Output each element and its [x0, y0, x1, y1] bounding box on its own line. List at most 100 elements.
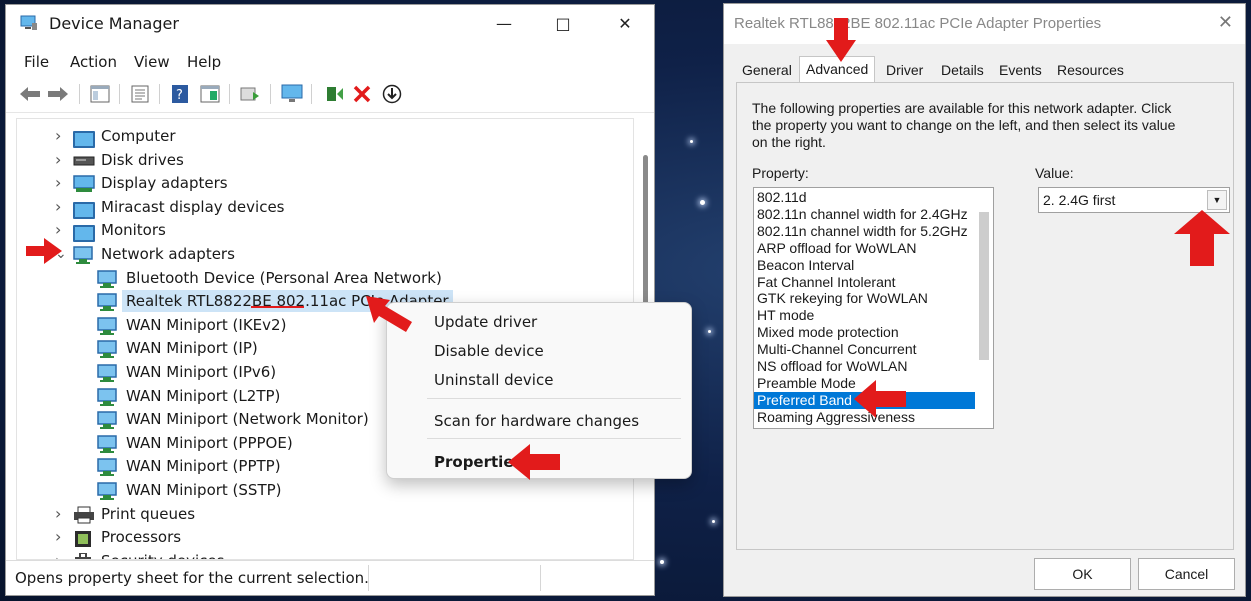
chevron-right-icon[interactable]: › — [55, 172, 61, 194]
chevron-right-icon[interactable]: › — [55, 550, 61, 559]
network-adapter-icon — [97, 482, 117, 500]
highlight-underline — [251, 306, 304, 308]
status-bar: Opens property sheet for the current sel… — [6, 560, 654, 595]
chevron-right-icon[interactable]: › — [55, 125, 61, 147]
properties-sheet-icon[interactable] — [128, 82, 152, 106]
update-driver-menu-item[interactable]: Update driver — [434, 313, 537, 331]
tree-item-label: WAN Miniport (Network Monitor) — [126, 410, 369, 429]
menu-action[interactable]: Action — [70, 53, 117, 71]
network-adapter-icon — [97, 387, 117, 406]
scan-hardware-icon[interactable] — [238, 82, 262, 106]
background-star — [700, 200, 705, 205]
red-arrow-icon — [1174, 210, 1230, 266]
monitor-scan-icon[interactable] — [280, 82, 304, 106]
tab-general[interactable]: General — [742, 62, 792, 78]
disable-device-menu-item[interactable]: Disable device — [434, 342, 544, 360]
network-adapter-icon — [97, 269, 117, 288]
network-adapter-icon — [73, 246, 93, 264]
scan-hardware-menu-item[interactable]: Scan for hardware changes — [434, 412, 639, 430]
back-arrow-icon[interactable] — [18, 82, 42, 106]
show-hide-console-tree-icon[interactable] — [88, 82, 112, 106]
display-adapter-icon — [73, 175, 95, 193]
network-adapter-icon — [97, 317, 117, 335]
chevron-down-icon[interactable]: ▼ — [1207, 190, 1227, 210]
printer-icon — [73, 506, 94, 524]
property-list-item[interactable]: 802.11d — [754, 189, 975, 206]
tab-strip: General Advanced Driver Details Events R… — [724, 56, 1245, 82]
tree-scrollbar[interactable] — [643, 155, 648, 305]
tree-item-label: Processors — [101, 528, 182, 547]
close-button[interactable]: ✕ — [595, 5, 655, 43]
dialog-title-bar: Realtek RTL8822BE 802.11ac PCIe Adapter … — [724, 4, 1245, 44]
uninstall-device-menu-item[interactable]: Uninstall device — [434, 371, 553, 389]
tree-item-label: Monitors — [101, 221, 166, 240]
tree-item-label: Disk drives — [101, 150, 184, 169]
red-arrow-icon — [854, 380, 906, 418]
background-star — [660, 560, 664, 564]
window-title: Device Manager — [49, 14, 179, 33]
monitor-icon — [73, 199, 95, 219]
property-list-item[interactable]: HT mode — [754, 307, 975, 324]
tree-item-label: WAN Miniport (L2TP) — [126, 386, 281, 405]
listbox-scrollbar[interactable] — [979, 212, 989, 360]
network-adapter-icon — [97, 435, 117, 453]
forward-arrow-icon[interactable] — [46, 82, 70, 106]
device-manager-icon — [20, 15, 37, 30]
device-manager-window: Device Manager — □ ✕ File Action View He… — [5, 4, 655, 596]
network-adapter-icon — [97, 411, 117, 430]
property-list-item[interactable]: 802.11n channel width for 5.2GHz — [754, 223, 975, 240]
property-list-item[interactable]: ARP offload for WoWLAN — [754, 240, 975, 257]
property-list-item[interactable]: Mixed mode protection — [754, 324, 975, 341]
title-bar: Device Manager — □ ✕ — [6, 5, 654, 43]
chevron-right-icon[interactable]: › — [55, 503, 61, 525]
download-circle-icon[interactable] — [380, 82, 404, 106]
tree-item-label: Computer — [101, 127, 176, 145]
background-star — [712, 520, 715, 523]
tab-driver[interactable]: Driver — [886, 62, 923, 78]
red-arrow-icon — [366, 296, 412, 332]
menu-help[interactable]: Help — [187, 53, 221, 71]
network-adapter-icon — [97, 364, 117, 382]
chevron-right-icon[interactable]: › — [55, 149, 61, 171]
update-view-icon[interactable] — [198, 82, 222, 106]
status-text: Opens property sheet for the current sel… — [15, 569, 369, 587]
tab-events[interactable]: Events — [999, 62, 1042, 78]
tree-item-label: Miracast display devices — [101, 197, 285, 216]
property-list-item[interactable]: Beacon Interval — [754, 257, 975, 274]
red-arrow-icon — [508, 444, 560, 480]
disk-drive-icon — [73, 152, 95, 168]
processor-icon — [73, 529, 93, 548]
property-list-item[interactable]: 802.11n channel width for 2.4GHz — [754, 206, 975, 223]
update-driver-icon[interactable] — [322, 82, 346, 106]
tree-item-label: Display adapters — [101, 174, 228, 193]
property-list-item[interactable]: GTK rekeying for WoWLAN — [754, 290, 975, 307]
menu-view[interactable]: View — [134, 53, 170, 71]
tree-item-label: Security devices — [101, 550, 224, 559]
chevron-right-icon[interactable]: › — [55, 196, 61, 218]
tab-details[interactable]: Details — [941, 62, 984, 78]
tree-item-label: WAN Miniport (SSTP) — [126, 481, 282, 499]
dialog-close-icon[interactable]: ✕ — [1218, 12, 1233, 33]
property-list-item[interactable]: Fat Channel Intolerant — [754, 274, 975, 291]
tree-item-label: WAN Miniport (PPTP) — [126, 457, 281, 476]
tree-item-label: Print queues — [101, 504, 196, 523]
cancel-button[interactable]: Cancel — [1138, 558, 1235, 590]
help-icon[interactable]: ? — [168, 82, 192, 106]
toolbar: ? — [6, 78, 654, 113]
property-list-item[interactable]: NS offload for WoWLAN — [754, 358, 975, 375]
red-arrow-icon — [826, 18, 856, 62]
uninstall-icon[interactable] — [350, 82, 374, 106]
tree-item-label: WAN Miniport (IP) — [126, 339, 258, 358]
property-list-item[interactable]: Multi-Channel Concurrent — [754, 341, 975, 358]
tab-resources[interactable]: Resources — [1057, 62, 1124, 78]
dialog-title: Realtek RTL8822BE 802.11ac PCIe Adapter … — [734, 15, 1102, 32]
tree-item-label: Network adapters — [101, 245, 235, 263]
menu-file[interactable]: File — [24, 53, 49, 71]
maximize-button[interactable]: □ — [533, 5, 593, 43]
tree-item-label: WAN Miniport (PPPOE) — [126, 433, 293, 452]
monitor-icon — [73, 128, 95, 148]
chevron-right-icon[interactable]: › — [55, 526, 61, 548]
adapter-properties-dialog: Realtek RTL8822BE 802.11ac PCIe Adapter … — [723, 3, 1246, 597]
minimize-button[interactable]: — — [474, 5, 534, 43]
ok-button[interactable]: OK — [1034, 558, 1131, 590]
